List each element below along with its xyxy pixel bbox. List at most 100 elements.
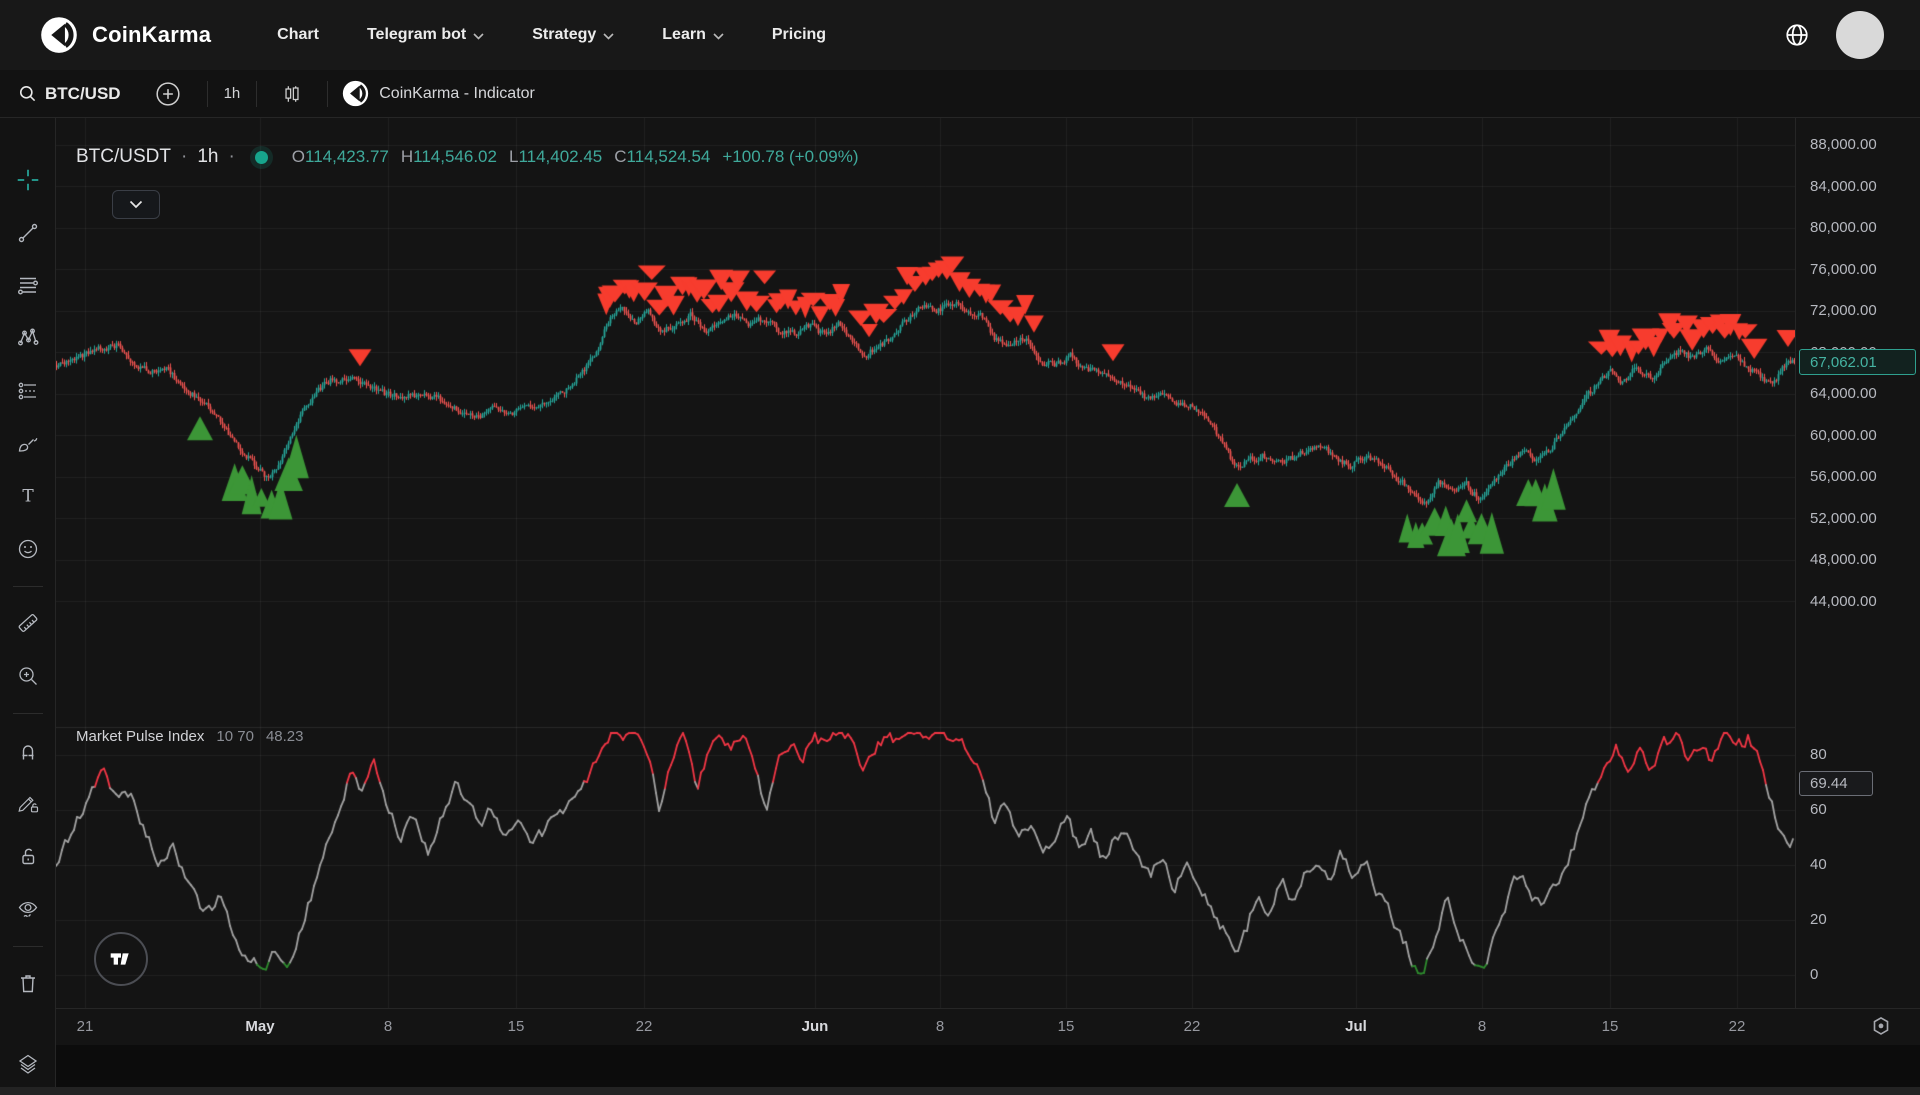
- trend-line-icon: [16, 221, 40, 245]
- candlestick-icon: [281, 82, 303, 106]
- price-axis-label: 80,000.00: [1810, 219, 1877, 237]
- app-root: CoinKarma Chart Telegram bot Strategy Le…: [0, 0, 1920, 1095]
- crosshair-tool-button[interactable]: [6, 158, 50, 202]
- status-dot[interactable]: [255, 151, 268, 164]
- price-chart-canvas[interactable]: [56, 118, 1795, 1008]
- rail-divider: [13, 586, 43, 587]
- compare-add-button[interactable]: [145, 76, 191, 112]
- pencil-lock-icon: [16, 791, 40, 815]
- brush-icon: [16, 431, 40, 455]
- tradingview-icon: [106, 944, 136, 974]
- smiley-icon: [16, 537, 40, 561]
- change-value: +100.78 (+0.09%): [722, 147, 858, 167]
- brand-link[interactable]: CoinKarma: [40, 16, 211, 54]
- time-axis-label: 15: [508, 1018, 525, 1035]
- magnet-icon: [16, 739, 40, 763]
- legend-separator: ·: [228, 146, 234, 168]
- top-nav: CoinKarma Chart Telegram bot Strategy Le…: [0, 0, 1920, 70]
- price-axis-label: 84,000.00: [1810, 178, 1877, 196]
- nav-item-chart[interactable]: Chart: [277, 26, 319, 44]
- symbol-label: BTC/USD: [45, 84, 121, 104]
- brush-tool-button[interactable]: [6, 421, 50, 465]
- indicator-chip[interactable]: CoinKarma - Indicator: [342, 80, 535, 107]
- nav-item-telegram-bot[interactable]: Telegram bot: [367, 26, 484, 44]
- high-value: 114,546.02: [413, 147, 497, 166]
- xabcd-pattern-icon: [16, 326, 40, 350]
- nav-item-pricing[interactable]: Pricing: [772, 26, 826, 44]
- drawing-lock-tool-button[interactable]: [6, 782, 50, 826]
- trend-line-tool-button[interactable]: [6, 211, 50, 255]
- symbol-search-button[interactable]: BTC/USD: [8, 76, 131, 112]
- time-axis-label: Jun: [802, 1018, 829, 1035]
- nav-item-chart-label: Chart: [277, 26, 319, 44]
- chart-type-button[interactable]: [271, 76, 313, 112]
- remove-drawings-tool-button[interactable]: [6, 962, 50, 1006]
- toolbar-separator: [256, 81, 257, 107]
- fib-retracement-tool-button[interactable]: [6, 263, 50, 307]
- nav-item-telegram-bot-label: Telegram bot: [367, 26, 466, 44]
- text-tool-button[interactable]: T: [6, 474, 50, 518]
- indicator-axis-label: 60: [1810, 801, 1827, 819]
- zoom-in-icon: [16, 664, 40, 688]
- user-avatar[interactable]: [1836, 11, 1884, 59]
- indicator-legend: Market Pulse Index 10 70 48.23: [76, 728, 304, 745]
- time-axis-label: 15: [1058, 1018, 1075, 1035]
- open-label: O: [292, 147, 305, 166]
- language-globe-button[interactable]: [1784, 22, 1810, 48]
- indicator-axis-label: 40: [1810, 856, 1827, 874]
- coinkarma-logo-icon: [342, 80, 369, 107]
- object-tree-button[interactable]: [6, 1042, 50, 1086]
- measure-tool-button[interactable]: [6, 602, 50, 646]
- time-axis-label: 8: [936, 1018, 944, 1035]
- trash-icon: [16, 971, 40, 995]
- price-axis-label: 48,000.00: [1810, 551, 1877, 569]
- fib-retracement-icon: [16, 273, 40, 297]
- interval-label: 1h: [224, 85, 241, 102]
- price-axis[interactable]: 88,000.00 84,000.00 80,000.00 76,000.00 …: [1795, 118, 1920, 1008]
- nav-item-strategy[interactable]: Strategy: [532, 26, 614, 44]
- unlock-icon: [16, 844, 40, 868]
- price-axis-label: 72,000.00: [1810, 302, 1877, 320]
- open-value: 114,423.77: [305, 147, 389, 166]
- chevron-down-icon: [713, 33, 724, 40]
- ruler-icon: [16, 611, 40, 635]
- zoom-in-tool-button[interactable]: [6, 654, 50, 698]
- coinkarma-logo-icon: [40, 16, 78, 54]
- hide-drawings-tool-button[interactable]: [6, 887, 50, 931]
- nav-item-learn[interactable]: Learn: [662, 26, 724, 44]
- nav-menu: Chart Telegram bot Strategy Learn Pricin…: [277, 26, 826, 44]
- magnet-tool-button[interactable]: [6, 729, 50, 773]
- lock-all-tool-button[interactable]: [6, 834, 50, 878]
- indicator-params: 10 70: [216, 728, 254, 745]
- crosshair-icon: [15, 167, 41, 193]
- last-price-badge: 67,062.01: [1799, 349, 1916, 375]
- time-axis-label: Jul: [1345, 1018, 1367, 1035]
- interval-button[interactable]: 1h: [208, 76, 257, 112]
- nav-item-learn-label: Learn: [662, 26, 706, 44]
- legend-symbol: BTC/USDT: [76, 146, 171, 168]
- svg-text:T: T: [22, 486, 34, 506]
- page-bottom-band: [0, 1087, 1920, 1095]
- indicator-name: Market Pulse Index: [76, 728, 204, 745]
- time-axis-label: 22: [1184, 1018, 1201, 1035]
- gear-icon: [1868, 1014, 1894, 1040]
- legend-collapse-button[interactable]: [112, 190, 160, 219]
- time-axis[interactable]: 21 May 8 15 22 Jun 8 15 22 Jul 8 15 22: [56, 1008, 1920, 1045]
- position-tool-icon: [16, 379, 40, 403]
- chevron-down-icon: [129, 200, 143, 209]
- chevron-down-icon: [473, 33, 484, 40]
- position-tool-button[interactable]: [6, 369, 50, 413]
- nav-right: [1784, 11, 1884, 59]
- search-icon: [18, 84, 37, 103]
- close-label: C: [614, 147, 626, 166]
- indicator-axis-label: 0: [1810, 966, 1818, 984]
- chevron-down-icon: [603, 33, 614, 40]
- xabcd-pattern-tool-button[interactable]: [6, 316, 50, 360]
- emoji-tool-button[interactable]: [6, 527, 50, 571]
- plus-circle-icon: [155, 81, 181, 107]
- price-axis-label: 60,000.00: [1810, 427, 1877, 445]
- tradingview-logo[interactable]: [94, 932, 148, 986]
- indicator-value: 48.23: [266, 728, 304, 745]
- price-axis-label: 56,000.00: [1810, 468, 1877, 486]
- axis-settings-button[interactable]: [1868, 1014, 1894, 1040]
